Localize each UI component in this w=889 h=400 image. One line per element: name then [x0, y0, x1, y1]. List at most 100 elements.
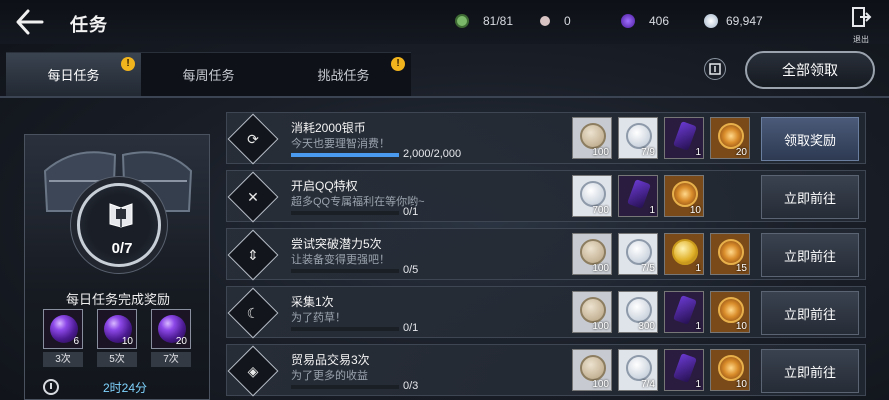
reward-item[interactable]: 1 [664, 349, 704, 391]
reward-item[interactable]: 10 [664, 175, 704, 217]
task-desc: 让装备变得更强吧！ [291, 254, 390, 266]
exit-button[interactable]: 退出 [846, 6, 876, 44]
reward-item[interactable]: 100 [572, 233, 612, 275]
claim-reward-button[interactable]: 领取奖励 [761, 117, 859, 161]
reward-item[interactable]: 1 [618, 175, 658, 217]
task-progress-bar [291, 269, 399, 273]
task-desc: 今天也要理智消费！ [291, 138, 390, 150]
reward-item[interactable]: 300 [618, 291, 658, 333]
task-progress-bar [291, 153, 399, 157]
reward-qty: 10 [735, 321, 747, 332]
reset-timer: 2时24分 [43, 378, 193, 396]
task-name: 开启QQ特权 [291, 179, 358, 193]
silver-coin-icon [704, 14, 718, 28]
task-row: ✕ 开启QQ特权 超多QQ专属福利在等你哟~ 0/1 700 1 10 立即前往 [226, 170, 866, 223]
clock-icon [43, 379, 59, 395]
reward-qty: 1 [695, 379, 701, 390]
reward-item[interactable]: 15 [710, 233, 750, 275]
resource-stamina: 81/81 [455, 12, 513, 30]
coin-gold-icon [672, 239, 698, 265]
task-progress-text: 0/1 [403, 206, 419, 218]
reward-item[interactable]: 100 [572, 349, 612, 391]
tab-challenge[interactable]: 挑战任务 ! [276, 52, 411, 96]
resource-pearl: 0 [540, 12, 571, 30]
daily-reward-title: 每日任务完成奖励 [65, 292, 170, 307]
daily-reward-panel: 0/7 每日任务完成奖励 6 3次 10 5次 20 7次 2时24分 [24, 134, 210, 400]
task-progress-bar [291, 385, 399, 389]
claim-all-button[interactable]: 全部领取 [745, 51, 875, 89]
reward-qty: 1 [649, 205, 655, 216]
daily-progress-ring: 0/7 [77, 183, 161, 267]
task-progress-bar [291, 327, 399, 331]
resource-value: 81/81 [483, 14, 514, 28]
stamina-icon [455, 14, 469, 28]
go-now-button[interactable]: 立即前往 [761, 349, 859, 393]
divider [0, 96, 889, 98]
reward-item[interactable]: 1 [664, 233, 704, 275]
tier-label: 7次 [151, 352, 191, 367]
task-tabs: 每日任务 ! 每周任务 挑战任务 ! [6, 52, 412, 96]
gem-icon [673, 295, 697, 325]
tab-daily[interactable]: 每日任务 ! [6, 52, 141, 96]
gem-icon [673, 353, 697, 383]
reward-item[interactable]: 7/9 [618, 117, 658, 159]
reward-tier-5[interactable]: 10 5次 [97, 309, 137, 367]
task-row: ☾ 采集1次 为了药草！ 0/1 100 300 1 10 立即前往 [226, 286, 866, 339]
reward-items: 100 7/5 1 15 [572, 233, 756, 277]
coin-tan-icon [580, 297, 606, 323]
reward-item[interactable]: 100 [572, 291, 612, 333]
exit-door-icon [852, 7, 872, 27]
purple-gem-icon [621, 14, 635, 28]
reward-qty: 10 [689, 205, 701, 216]
help-book-icon[interactable] [704, 58, 726, 80]
tab-label: 每日任务 [47, 68, 100, 83]
resource-value: 69,947 [726, 14, 763, 28]
resource-value: 406 [649, 14, 670, 28]
pearl-icon [540, 16, 550, 26]
tab-weekly[interactable]: 每周任务 [141, 52, 276, 96]
reward-qty: 100 [592, 147, 609, 158]
reward-item[interactable]: 1 [664, 291, 704, 333]
coin-silver-icon [626, 355, 652, 381]
coin-silver-icon [580, 181, 606, 207]
gem-icon [673, 121, 697, 151]
tab-label: 挑战任务 [317, 68, 370, 83]
medal-icon [718, 123, 744, 149]
task-name: 尝试突破潜力5次 [291, 237, 382, 251]
back-arrow-icon[interactable] [14, 8, 44, 36]
reward-item[interactable]: 10 [710, 291, 750, 333]
go-now-button[interactable]: 立即前往 [761, 175, 859, 219]
reward-items: 100 300 1 10 [572, 291, 756, 335]
task-desc: 为了药草！ [291, 312, 346, 324]
go-now-button[interactable]: 立即前往 [761, 291, 859, 335]
task-name: 消耗2000银币 [291, 121, 366, 135]
task-row: ◈ 贸易品交易3次 为了更多的收益 0/3 100 7/4 1 10 立即前往 [226, 344, 866, 397]
reward-item[interactable]: 1 [664, 117, 704, 159]
reward-qty: 300 [638, 321, 655, 332]
trade-icon: ◈ [227, 345, 279, 397]
reward-qty: 1 [695, 263, 701, 274]
reward-item[interactable]: 700 [572, 175, 612, 217]
reward-qty: 15 [735, 263, 747, 274]
reward-item[interactable]: 7/5 [618, 233, 658, 275]
reward-items: 100 7/4 1 10 [572, 349, 756, 393]
medal-icon [718, 239, 744, 265]
task-progress-bar [291, 211, 399, 215]
task-progress-text: 2,000/2,000 [403, 148, 462, 160]
reward-qty: 100 [592, 379, 609, 390]
reward-qty: 100 [592, 321, 609, 332]
reward-item[interactable]: 10 [710, 349, 750, 391]
resource-silver-coin: 69,947 [704, 12, 763, 30]
daily-count: 0/7 [111, 240, 133, 257]
task-progress-text: 0/1 [403, 322, 419, 334]
reward-tier-7[interactable]: 20 7次 [151, 309, 191, 367]
reward-item[interactable]: 100 [572, 117, 612, 159]
go-now-button[interactable]: 立即前往 [761, 233, 859, 277]
reward-tier-3[interactable]: 6 3次 [43, 309, 83, 367]
tier-label: 5次 [97, 352, 137, 367]
reward-qty: 1 [695, 321, 701, 332]
reward-item[interactable]: 20 [710, 117, 750, 159]
reward-item[interactable]: 7/4 [618, 349, 658, 391]
reward-qty: 100 [592, 263, 609, 274]
medal-icon [718, 297, 744, 323]
